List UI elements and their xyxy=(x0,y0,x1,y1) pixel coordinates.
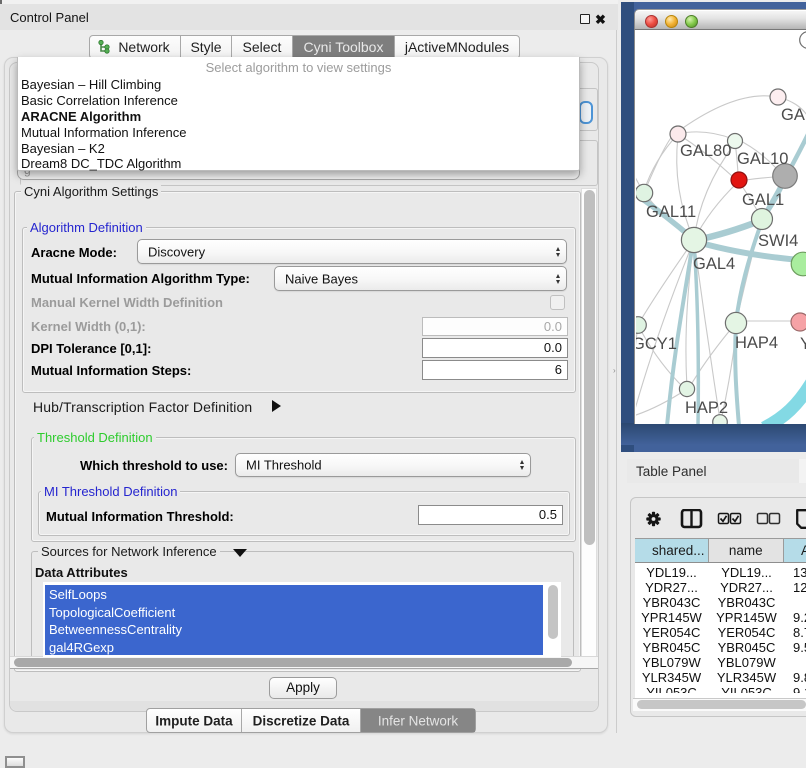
svg-text:SWI4: SWI4 xyxy=(758,232,798,250)
svg-text:GAL10: GAL10 xyxy=(737,150,788,168)
svg-text:GAL2: GAL2 xyxy=(781,106,806,124)
svg-text:HAP2: HAP2 xyxy=(685,399,728,417)
svg-text:HAP4: HAP4 xyxy=(735,334,778,352)
svg-text:GAL1: GAL1 xyxy=(742,191,784,209)
svg-text:Y: Y xyxy=(800,335,806,353)
svg-text:GAL80: GAL80 xyxy=(680,142,731,160)
svg-text:GCY1: GCY1 xyxy=(636,335,677,353)
svg-text:GAL4: GAL4 xyxy=(693,255,735,273)
svg-text:GAL11: GAL11 xyxy=(646,203,696,221)
